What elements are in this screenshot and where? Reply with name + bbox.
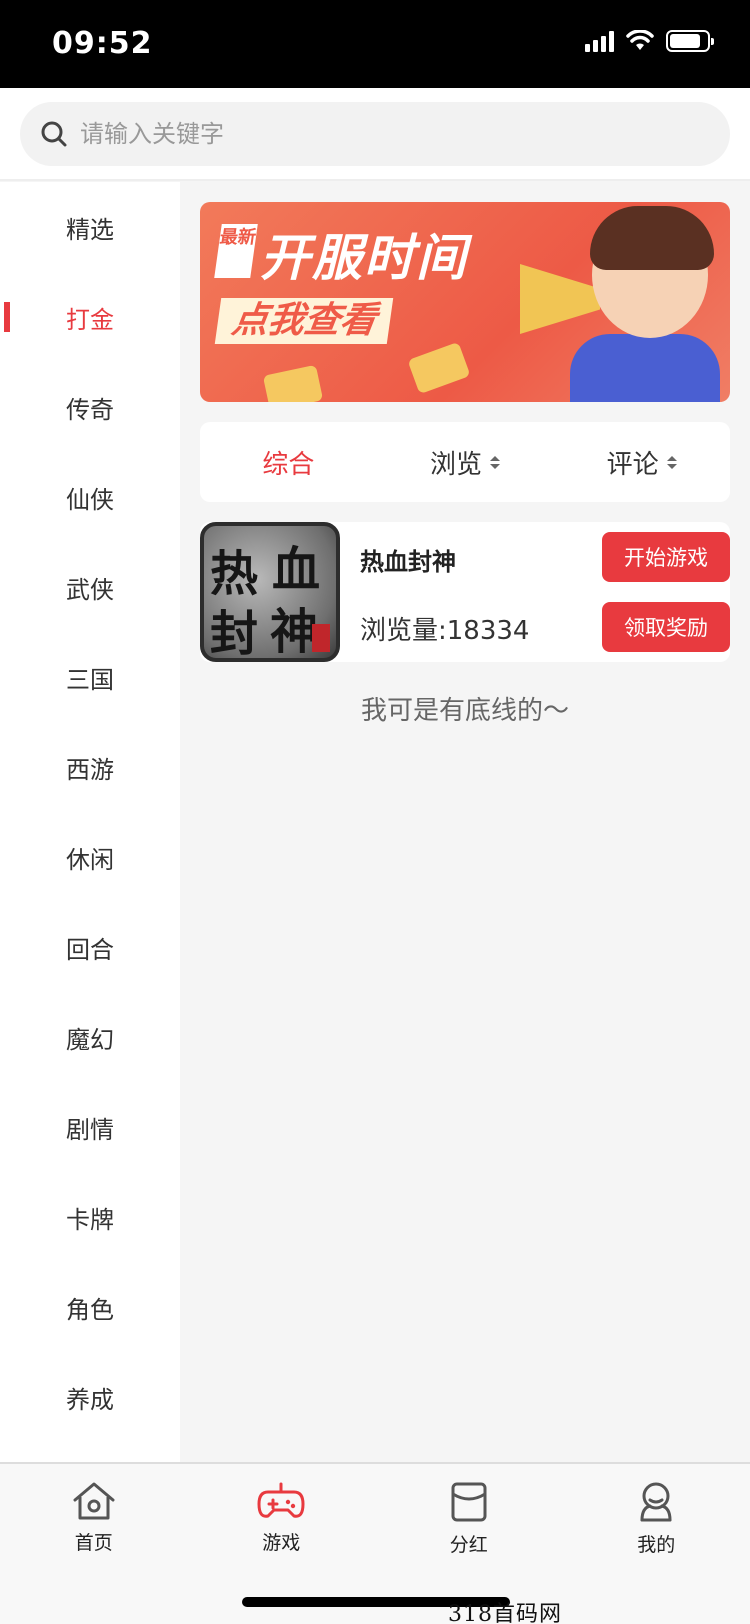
sort-tab-label: 评论 <box>606 449 659 480</box>
sidebar-item-kapai[interactable]: 卡牌 <box>0 1172 180 1262</box>
search-icon <box>41 121 67 147</box>
gamepad-icon <box>257 1482 305 1518</box>
sort-arrows-icon <box>666 455 677 469</box>
cellular-signal-icon <box>585 30 614 52</box>
watermark: 318首码网 www.E318.com <box>448 1602 562 1624</box>
sidebar-item-xianxia[interactable]: 仙侠 <box>0 452 180 542</box>
status-icons <box>585 30 714 52</box>
status-time: 09:52 <box>52 26 153 61</box>
sort-tab-comments[interactable]: 评论 <box>553 422 730 502</box>
search-bar <box>0 88 750 181</box>
sidebar-item-jingxuan[interactable]: 精选 <box>0 182 180 272</box>
claim-reward-button[interactable]: 领取奖励 <box>602 602 730 652</box>
megaphone-illustration <box>520 264 600 334</box>
mascot-body <box>570 334 720 402</box>
sidebar-item-xiyou[interactable]: 西游 <box>0 722 180 812</box>
sidebar-item-mohuan[interactable]: 魔幻 <box>0 992 180 1082</box>
tab-label: 游戏 <box>262 1532 301 1554</box>
tab-label: 分红 <box>449 1534 488 1556</box>
banner-tag: 最新 <box>214 224 258 278</box>
tab-label: 首页 <box>74 1532 113 1554</box>
user-icon <box>640 1482 672 1522</box>
game-icon-glyph: 封 <box>210 606 259 662</box>
server-time-banner[interactable]: 最新 开服时间 点我查看 <box>200 202 730 402</box>
sidebar-item-dajin[interactable]: 打金 <box>0 272 180 362</box>
sidebar-item-chuanqi[interactable]: 传奇 <box>0 362 180 452</box>
sidebar-item-sanguo[interactable]: 三国 <box>0 632 180 722</box>
sort-arrows-icon <box>490 455 501 469</box>
sidebar-item-juese[interactable]: 角色 <box>0 1262 180 1352</box>
sort-tab-overall[interactable]: 综合 <box>200 422 377 502</box>
search-box[interactable] <box>20 102 730 166</box>
search-input[interactable] <box>80 120 680 148</box>
game-icon-glyph: 神 <box>270 604 319 660</box>
seal-mark <box>312 624 330 652</box>
sort-tab-label: 浏览 <box>430 449 483 480</box>
tab-label: 我的 <box>637 1534 676 1556</box>
sidebar-item-huihe[interactable]: 回合 <box>0 902 180 992</box>
bag-icon <box>451 1482 487 1522</box>
banner-title: 开服时间 <box>260 229 468 287</box>
sidebar-item-xiuxian[interactable]: 休闲 <box>0 812 180 902</box>
game-icon[interactable]: 热 血 封 神 <box>200 522 340 662</box>
home-icon <box>73 1482 115 1520</box>
game-view-count: 浏览量:18334 <box>360 616 530 646</box>
wifi-icon <box>626 30 654 50</box>
envelope-decoration <box>407 341 471 395</box>
start-game-button[interactable]: 开始游戏 <box>602 532 730 582</box>
category-sidebar: 精选 打金 传奇 仙侠 武侠 三国 西游 休闲 回合 魔幻 剧情 卡牌 角色 养… <box>0 182 180 1462</box>
envelope-decoration <box>262 364 324 402</box>
sort-tab-label: 综合 <box>262 449 315 480</box>
sort-bar: 综合 浏览 评论 <box>200 422 730 502</box>
battery-icon <box>666 30 714 52</box>
sidebar-item-wuxia[interactable]: 武侠 <box>0 542 180 632</box>
sidebar-item-juqing[interactable]: 剧情 <box>0 1082 180 1172</box>
banner-subtitle: 点我查看 <box>214 298 394 344</box>
mascot-hair <box>590 206 714 270</box>
status-bar: 09:52 <box>0 0 750 88</box>
list-end-text: 我可是有底线的～ <box>360 696 569 726</box>
sidebar-item-yangcheng[interactable]: 养成 <box>0 1352 180 1442</box>
game-icon-glyph: 血 <box>272 542 321 598</box>
game-card[interactable]: 热 血 封 神 热血封神 浏览量:18334 开始游戏 领取奖励 <box>200 522 730 662</box>
sort-tab-views[interactable]: 浏览 <box>377 422 554 502</box>
game-name[interactable]: 热血封神 <box>360 542 456 577</box>
tab-home[interactable]: 首页 <box>0 1464 188 1624</box>
